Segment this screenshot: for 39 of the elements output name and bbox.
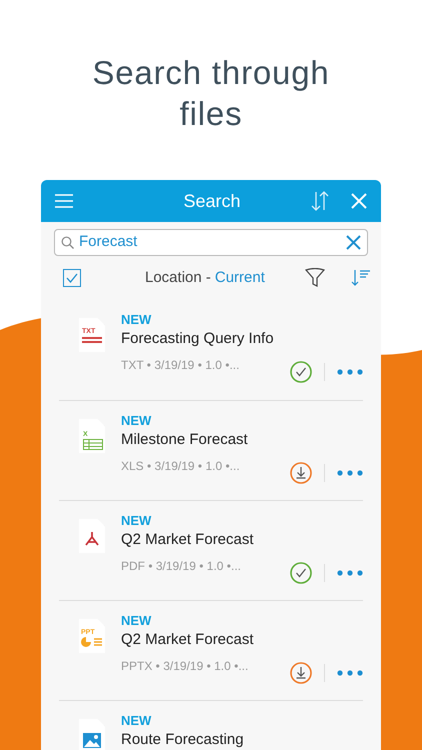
file-name[interactable]: Route Forecasting	[121, 730, 244, 750]
download-icon[interactable]	[290, 662, 312, 684]
sort-icon[interactable]	[351, 269, 371, 287]
more-icon[interactable]	[337, 369, 363, 375]
sort-arrows-icon[interactable]	[311, 191, 329, 211]
file-name[interactable]: Q2 Market Forecast	[121, 530, 254, 550]
file-meta: PDF • 3/19/19 • 1.0 •...	[121, 558, 241, 575]
filter-icon[interactable]	[305, 268, 325, 288]
select-all-checkbox[interactable]	[63, 269, 81, 287]
header-title: Search	[182, 190, 242, 212]
new-label: NEW	[121, 513, 152, 529]
search-icon	[61, 236, 74, 249]
checkmark-icon	[66, 273, 78, 283]
file-name[interactable]: Forecasting Query Info	[121, 329, 274, 349]
file-meta: TXT • 3/19/19 • 1.0 •...	[121, 357, 240, 374]
clear-icon[interactable]	[346, 235, 361, 250]
search-value: Forecast	[79, 232, 138, 252]
more-icon[interactable]	[337, 470, 363, 476]
check-circle-icon[interactable]	[290, 562, 312, 584]
new-label: NEW	[121, 312, 152, 328]
more-icon[interactable]	[337, 670, 363, 676]
download-icon[interactable]	[290, 462, 312, 484]
search-field[interactable]: Forecast	[54, 229, 368, 256]
menu-icon[interactable]	[55, 194, 73, 208]
close-icon[interactable]	[351, 193, 367, 209]
headline: Search through files	[91, 53, 331, 134]
new-label: NEW	[121, 713, 152, 729]
file-meta: XLS • 3/19/19 • 1.0 •...	[121, 458, 240, 475]
file-meta: PPTX • 3/19/19 • 1.0 •...	[121, 658, 248, 675]
spreadsheet-icon	[83, 439, 103, 450]
file-name[interactable]: Q2 Market Forecast	[121, 630, 254, 650]
file-name[interactable]: Milestone Forecast	[121, 430, 248, 450]
more-icon[interactable]	[337, 570, 363, 576]
file-icon	[79, 519, 105, 553]
check-circle-icon[interactable]	[290, 361, 312, 383]
chart-icon	[81, 637, 103, 647]
new-label: NEW	[121, 413, 152, 429]
new-label: NEW	[121, 613, 152, 629]
location-label: Location -	[145, 268, 211, 288]
